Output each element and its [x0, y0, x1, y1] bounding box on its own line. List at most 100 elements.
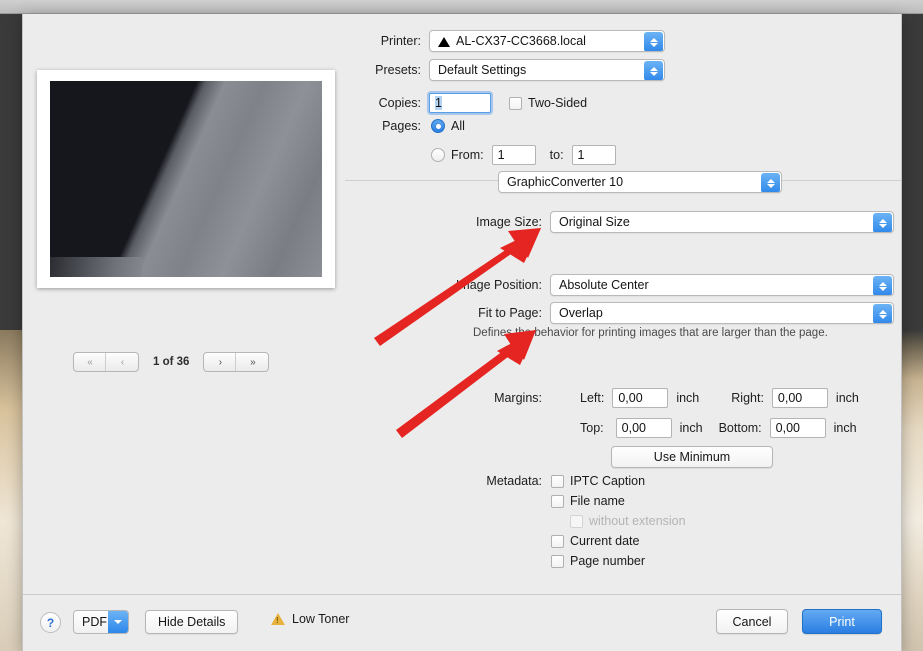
copies-input[interactable]: 1 [429, 93, 491, 113]
copies-label: Copies: [378, 96, 421, 110]
presets-value: Default Settings [438, 63, 527, 77]
pages-to-value: 1 [577, 148, 585, 162]
metadata-item-label: Page number [570, 554, 646, 568]
pages-from-value: 1 [497, 148, 505, 162]
print-options-panel: Printer: AL-CX37-CC3668.local Presets: D… [345, 14, 901, 651]
radio-icon[interactable] [431, 148, 445, 162]
presets-stepper-icon[interactable] [644, 61, 663, 80]
presets-select[interactable]: Default Settings [429, 59, 665, 81]
pages-label: Pages: [382, 119, 421, 133]
chevron-down-icon[interactable] [108, 611, 128, 633]
presets-row: Presets: Default Settings [345, 59, 685, 81]
image-size-select[interactable]: Original Size [550, 211, 894, 233]
printer-label: Printer: [380, 34, 421, 48]
presets-label: Presets: [375, 63, 421, 77]
margins-label: Margins: [494, 391, 542, 405]
cancel-button[interactable]: Cancel [716, 609, 788, 634]
margin-bottom-input[interactable]: 0,00 [769, 418, 826, 438]
checkbox-icon[interactable] [551, 554, 564, 568]
printer-select[interactable]: AL-CX37-CC3668.local [429, 30, 665, 52]
metadata-item-current-date[interactable]: Current date [551, 534, 639, 548]
previous-page-button[interactable]: ‹ [106, 353, 138, 371]
image-position-stepper-icon[interactable] [873, 276, 892, 295]
margin-left-value: 0,00 [618, 391, 643, 405]
margin-top-value: 0,00 [621, 421, 646, 435]
pages-all-label: All [451, 119, 465, 133]
dialog-bottom-bar: ? PDF Hide Details Low Toner Cancel Prin… [23, 594, 901, 651]
margin-top-unit: inch [679, 421, 703, 435]
printer-stepper-icon[interactable] [644, 32, 663, 51]
module-row: GraphicConverter 10 [498, 171, 782, 193]
hide-details-button[interactable]: Hide Details [145, 610, 239, 634]
checkbox-icon[interactable] [509, 96, 522, 110]
image-size-row: Image Size: Original Size [345, 211, 894, 233]
image-size-value: Original Size [559, 215, 630, 229]
module-stepper-icon[interactable] [761, 173, 780, 192]
desktop-wallpaper-left [0, 330, 22, 651]
margin-left-input[interactable]: 0,00 [612, 388, 669, 408]
copies-row: Copies: 1 Two-Sided [345, 93, 685, 113]
last-page-button[interactable]: » [236, 353, 268, 371]
checkbox-icon[interactable] [551, 494, 564, 508]
pages-to-input[interactable]: 1 [571, 145, 616, 165]
margin-bottom-value: 0,00 [775, 421, 800, 435]
margin-left-label: Left: [580, 391, 605, 405]
use-minimum-button[interactable]: Use Minimum [611, 446, 773, 468]
checkbox-icon[interactable] [551, 474, 564, 488]
warning-triangle-icon [271, 613, 285, 625]
two-sided-checkbox[interactable]: Two-Sided [509, 96, 587, 110]
pages-range-row: From: 1 to: 1 [345, 145, 685, 165]
margin-bottom-label: Bottom: [718, 421, 762, 435]
page-nav-back-group[interactable]: « ‹ [73, 352, 139, 372]
image-position-label: Image Position: [455, 278, 542, 292]
pages-from-input[interactable]: 1 [491, 145, 536, 165]
fit-to-page-value: Overlap [559, 306, 603, 320]
metadata-item-label: File name [570, 494, 625, 508]
pages-to-label: to: [549, 148, 564, 162]
fit-to-page-hint: Defines the behavior for printing images… [473, 327, 828, 339]
first-page-button[interactable]: « [74, 353, 106, 371]
page-counter: 1 of 36 [153, 356, 190, 368]
fit-to-page-select[interactable]: Overlap [550, 302, 894, 324]
margins-row-1: Margins: Left: 0,00 inch Right: 0,00 inc… [345, 388, 859, 408]
fit-to-page-label: Fit to Page: [478, 306, 542, 320]
printer-row: Printer: AL-CX37-CC3668.local [345, 30, 685, 52]
metadata-item-label: IPTC Caption [570, 474, 646, 488]
next-page-button[interactable]: › [204, 353, 237, 371]
print-dialog: « ‹ 1 of 36 › » Printer: AL-CX37-CC3668.… [22, 14, 902, 651]
margin-top-input[interactable]: 0,00 [615, 418, 672, 438]
page-navigation: « ‹ 1 of 36 › » [73, 352, 270, 372]
pdf-menu-button[interactable]: PDF [73, 610, 129, 634]
copies-value: 1 [435, 96, 442, 110]
module-value: GraphicConverter 10 [507, 175, 624, 189]
image-position-value: Absolute Center [559, 278, 649, 292]
metadata-item-page-number[interactable]: Page number [551, 554, 645, 568]
radio-icon[interactable] [431, 119, 445, 133]
metadata-label: Metadata: [486, 474, 542, 488]
help-button[interactable]: ? [40, 612, 61, 633]
warning-triangle-icon [438, 37, 450, 47]
pages-range-radio[interactable]: From: [431, 148, 484, 162]
margin-bottom-unit: inch [833, 421, 857, 435]
image-position-row: Image Position: Absolute Center [345, 274, 894, 296]
print-preview-panel: « ‹ 1 of 36 › » [23, 14, 345, 594]
print-button[interactable]: Print [802, 609, 882, 634]
toner-status-label: Low Toner [292, 612, 350, 626]
margin-right-input[interactable]: 0,00 [771, 388, 828, 408]
margin-right-label: Right: [731, 391, 764, 405]
window-title-bar [0, 0, 923, 14]
fit-to-page-row: Fit to Page: Overlap [345, 302, 894, 324]
checkbox-icon[interactable] [551, 534, 564, 548]
image-size-stepper-icon[interactable] [873, 213, 892, 232]
status-badge-low-toner: Low Toner [271, 612, 349, 626]
metadata-item-label: Current date [570, 534, 640, 548]
metadata-item-file-name[interactable]: File name [551, 494, 625, 508]
two-sided-label: Two-Sided [528, 96, 588, 110]
image-position-select[interactable]: Absolute Center [550, 274, 894, 296]
page-nav-forward-group[interactable]: › » [203, 352, 270, 372]
module-select[interactable]: GraphicConverter 10 [498, 171, 782, 193]
checkbox-icon [570, 514, 583, 528]
pages-all-radio[interactable]: All [431, 119, 465, 133]
fit-to-page-stepper-icon[interactable] [873, 304, 892, 323]
metadata-item-iptc-caption[interactable]: IPTC Caption [551, 474, 645, 488]
